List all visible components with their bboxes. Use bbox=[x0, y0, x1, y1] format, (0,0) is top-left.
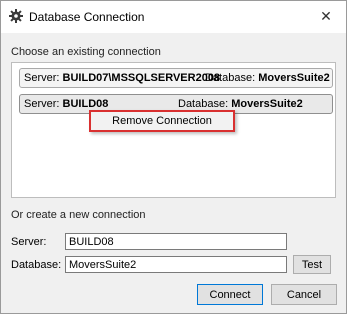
new-connection-heading: Or create a new connection bbox=[11, 209, 146, 221]
database-input[interactable] bbox=[65, 256, 287, 273]
connection-item[interactable]: Server: BUILD07\MSSQLSERVER2008 Database… bbox=[19, 68, 333, 88]
connection-database: Database: MoversSuite2 bbox=[178, 98, 303, 110]
connection-server: Server: BUILD08 bbox=[24, 98, 108, 110]
server-value: BUILD07\MSSQLSERVER2008 bbox=[62, 72, 221, 84]
database-label: Database: bbox=[205, 72, 256, 84]
existing-connection-heading: Choose an existing connection bbox=[11, 46, 161, 58]
connection-database: Database: MoversSuite2 bbox=[205, 72, 330, 84]
test-button[interactable]: Test bbox=[293, 255, 331, 274]
connect-button[interactable]: Connect bbox=[197, 284, 263, 305]
server-label: Server: bbox=[24, 72, 60, 84]
database-value: MoversSuite2 bbox=[231, 98, 303, 110]
close-icon: ✕ bbox=[320, 7, 332, 24]
title-bar: Database Connection ✕ bbox=[1, 1, 346, 33]
context-menu: Remove Connection bbox=[89, 110, 235, 132]
gear-icon bbox=[9, 9, 23, 23]
database-label: Database: bbox=[178, 98, 229, 110]
connection-server: Server: BUILD07\MSSQLSERVER2008 bbox=[24, 72, 220, 84]
server-label: Server: bbox=[24, 98, 60, 110]
server-value: BUILD08 bbox=[62, 98, 109, 110]
database-value: MoversSuite2 bbox=[258, 72, 330, 84]
database-connection-dialog: Database Connection ✕ Choose an existing… bbox=[0, 0, 347, 314]
server-field-label: Server: bbox=[11, 236, 47, 248]
close-button[interactable]: ✕ bbox=[306, 1, 346, 31]
database-field-label: Database: bbox=[11, 259, 62, 271]
window-title: Database Connection bbox=[29, 10, 145, 24]
cancel-button[interactable]: Cancel bbox=[271, 284, 337, 305]
remove-connection-menu-item[interactable]: Remove Connection bbox=[91, 112, 233, 130]
server-input[interactable] bbox=[65, 233, 287, 250]
